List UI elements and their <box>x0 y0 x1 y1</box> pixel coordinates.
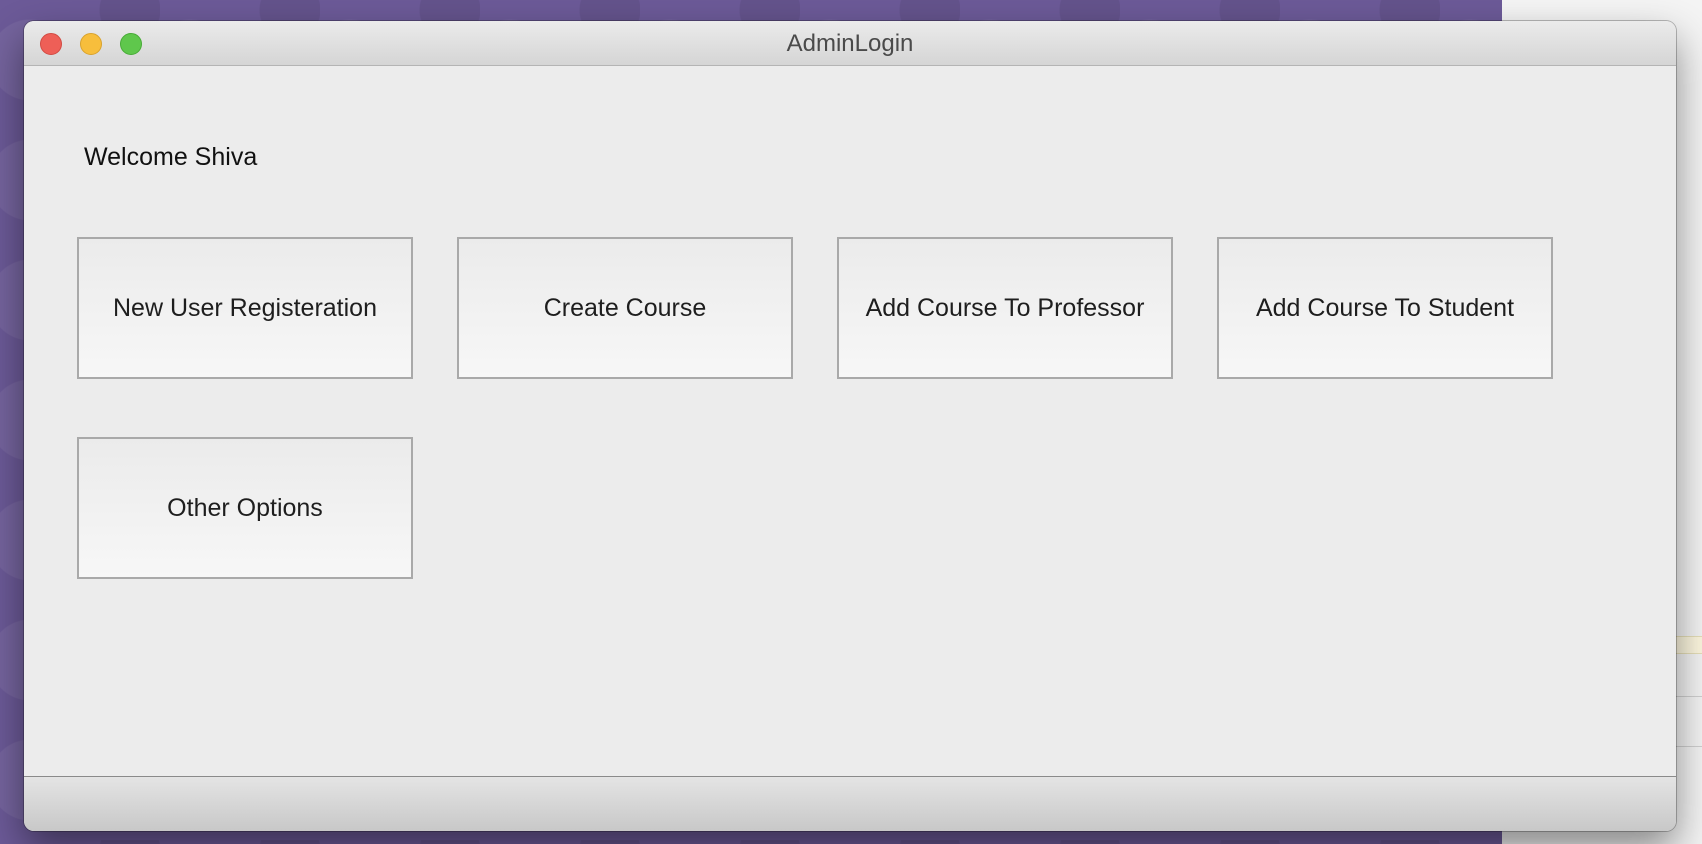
new-user-registration-button[interactable]: New User Registeration <box>77 237 413 379</box>
background-row <box>1672 660 1702 697</box>
background-row <box>1672 700 1702 747</box>
background-row <box>1672 636 1702 654</box>
other-options-button[interactable]: Other Options <box>77 437 413 579</box>
window-bottom-bar <box>24 776 1676 831</box>
add-course-to-professor-button[interactable]: Add Course To Professor <box>837 237 1173 379</box>
title-bar[interactable]: AdminLogin <box>24 21 1676 66</box>
main-content: Welcome Shiva New User Registeration Cre… <box>24 66 1676 797</box>
window-title: AdminLogin <box>786 30 914 57</box>
create-course-button[interactable]: Create Course <box>457 237 793 379</box>
add-course-to-student-button[interactable]: Add Course To Student <box>1217 237 1553 379</box>
welcome-label: Welcome Shiva <box>84 143 258 171</box>
admin-login-window: AdminLogin Welcome Shiva New User Regist… <box>24 21 1676 831</box>
